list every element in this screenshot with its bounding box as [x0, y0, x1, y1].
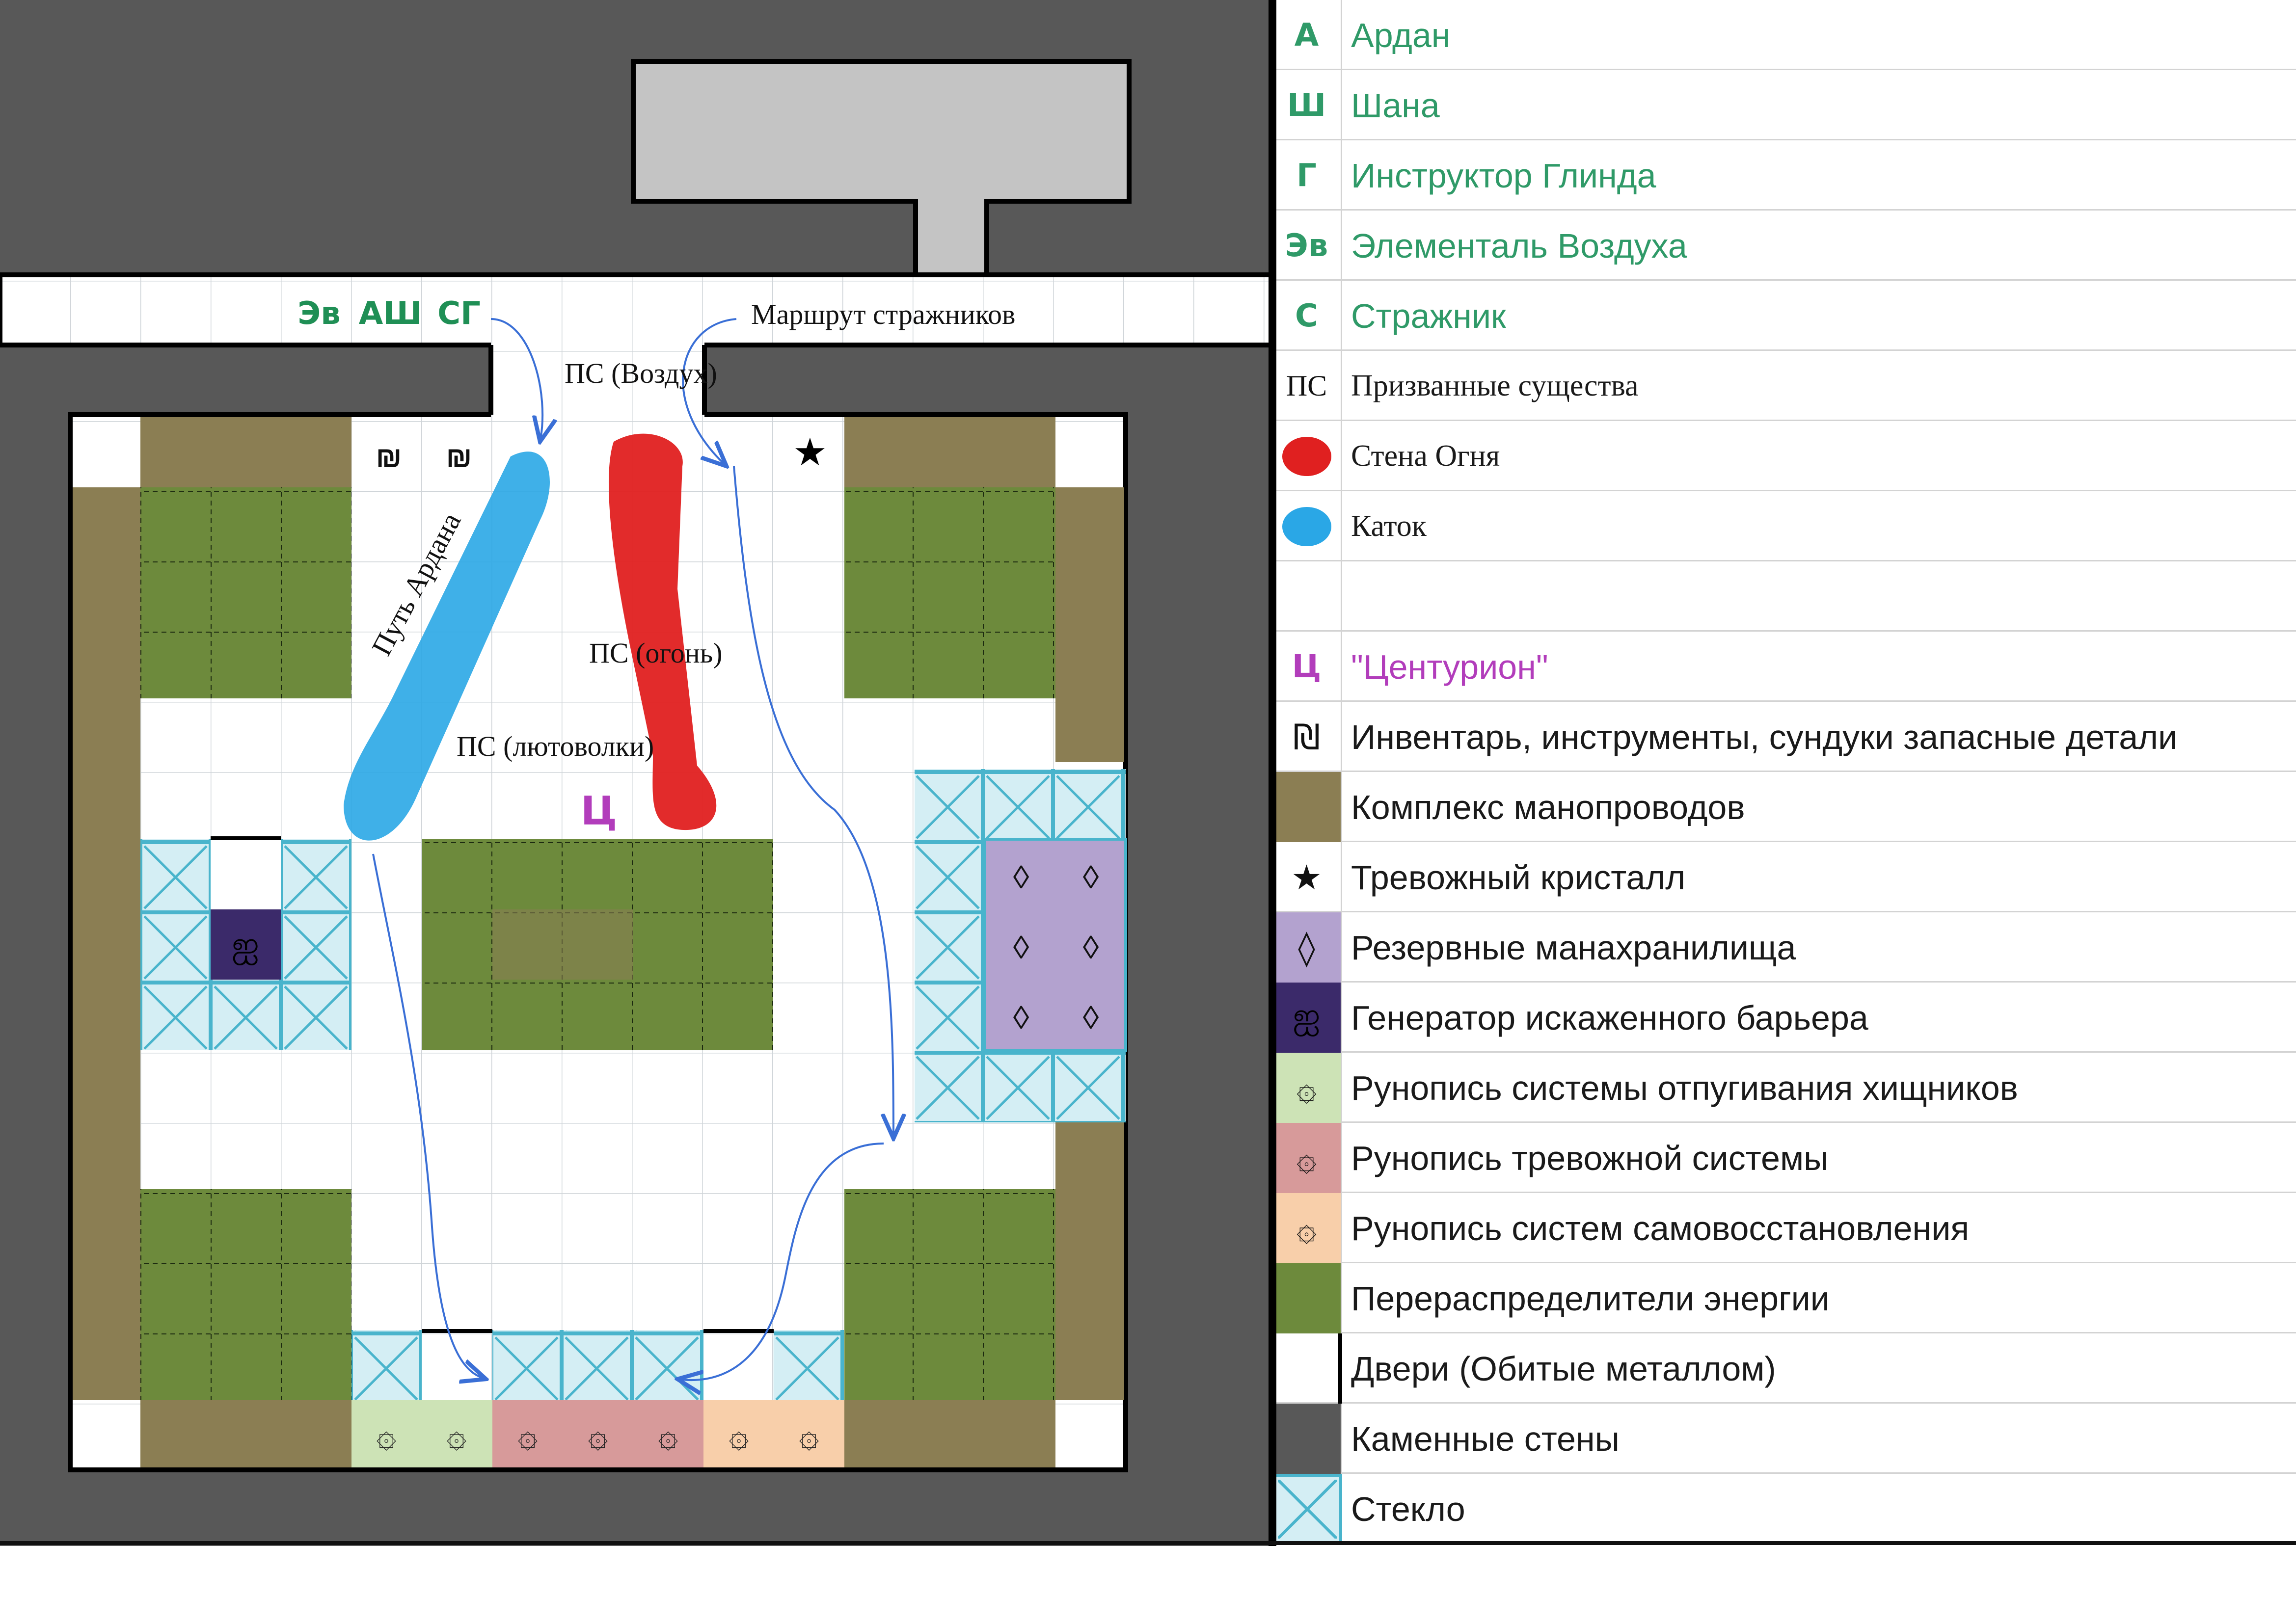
inventory-icon: ₪ [1293, 717, 1320, 757]
legend-label: Стражник [1351, 296, 1506, 335]
rune-icon: ۞ [517, 1416, 538, 1454]
legend-row-rune-repair: ۞ Рунопись систем самовосстановления [1272, 1193, 2296, 1263]
star-icon: ★ [1291, 857, 1322, 898]
legend-label: Инвентарь, инструменты, сундуки запасные… [1351, 718, 2178, 756]
legend-label: Рунопись тревожной системы [1351, 1139, 1829, 1177]
legend-label: Перераспределители энергии [1351, 1279, 1830, 1318]
diamond-icon: ◊ [1298, 927, 1315, 968]
legend-row-rune-predator: ۞ Рунопись системы отпугивания хищников [1272, 1053, 2296, 1123]
inventory-icon-2: ₪ [446, 441, 472, 474]
legend-row-centurion: Ц "Центурион" [1272, 632, 2296, 702]
code-air-elemental: Эв [1285, 227, 1328, 264]
legend-row-glinda: Г Инструктор Глинда [1272, 140, 2296, 211]
summon-wolves-label: ПС (лютоволки) [457, 730, 654, 762]
centurion-marker: Ц [581, 788, 617, 834]
legend-label: Комплекс манопроводов [1351, 788, 1745, 826]
legend-row-glass: Стекло [1272, 1474, 2296, 1544]
legend-row-ardan: А Ардан [1272, 0, 2296, 70]
diamond-icon: ◊ [1083, 999, 1099, 1036]
legend-label: Рунопись систем самовосстановления [1351, 1209, 1970, 1248]
barrier-generator-icon: ஐ [232, 924, 259, 965]
legend-label: Каток [1351, 509, 1427, 543]
legend-label: Призванные существа [1351, 369, 1639, 402]
summon-fire-label: ПС (огонь) [589, 637, 723, 669]
rune-icon: ۞ [1296, 1067, 1317, 1108]
legend-label: Стена Огня [1351, 439, 1500, 473]
legend-border [1272, 0, 1276, 1546]
legend-row-inventory: ₪ Инвентарь, инструменты, сундуки запасн… [1272, 702, 2296, 772]
diamond-icon: ◊ [1083, 859, 1099, 895]
glass-icon [1278, 1479, 1337, 1539]
floor-plan-map: ۞ ۞ ۞ ۞ ۞ ۞ ۞ ◊ ◊ ◊ ◊ ◊ ◊ ஐ ₪ ₪ ★ Эв АШ СГ Маршрут … [0, 0, 1272, 1546]
legend-row-alarm-crystal: ★ Тревожный кристалл [1272, 842, 2296, 912]
marker-ardan-shana: АШ [359, 295, 422, 332]
code-ardan: А [1294, 17, 1319, 53]
legend-label: Резервные манахранилища [1351, 928, 1796, 967]
legend-label: Тревожный кристалл [1351, 858, 1686, 897]
legend-label: "Центурион" [1351, 647, 1548, 686]
legend-label: Элементаль Воздуха [1351, 226, 1687, 265]
legend-row-guard: С Стражник [1272, 281, 2296, 351]
legend-row-pipes: Комплекс манопроводов [1272, 772, 2296, 842]
rune-icon: ۞ [376, 1416, 396, 1454]
rune-icon: ۞ [658, 1416, 678, 1454]
legend-label: Каменные стены [1351, 1419, 1620, 1458]
rune-icon: ۞ [588, 1416, 608, 1454]
rune-icon: ۞ [729, 1416, 749, 1454]
legend-label: Шана [1351, 86, 1440, 125]
code-guard: С [1295, 297, 1318, 334]
legend-row-ice-rink: Каток [1272, 491, 2296, 561]
legend-row-energy: Перераспределители энергии [1272, 1263, 2296, 1333]
legend-label: Ардан [1351, 16, 1451, 54]
legend-row-barrier: ஐ Генератор искаженного барьера [1272, 983, 2296, 1053]
rune-icon: ۞ [1296, 1208, 1317, 1249]
diamond-icon: ◊ [1013, 999, 1029, 1036]
legend-row-empty [1272, 561, 2296, 632]
bottom-border [0, 1541, 2296, 1545]
diamond-icon: ◊ [1083, 929, 1099, 965]
legend-row-shana: Ш Шана [1272, 70, 2296, 140]
barrier-icon: ஐ [1293, 995, 1321, 1036]
legend-row-stone: Каменные стены [1272, 1404, 2296, 1474]
legend-row-rune-alarm: ۞ Рунопись тревожной системы [1272, 1123, 2296, 1193]
code-glinda: Г [1297, 157, 1317, 194]
code-shana: Ш [1287, 87, 1326, 124]
legend-row-summoned: ПС Призванные существа [1272, 351, 2296, 421]
alarm-crystal-icon: ★ [793, 430, 827, 474]
legend-label: Стекло [1351, 1490, 1465, 1528]
legend-label [1351, 561, 2291, 632]
legend-row-reserve: ◊ Резервные манахранилища [1272, 912, 2296, 983]
code-centurion: Ц [1292, 648, 1322, 685]
corridor [0, 272, 1272, 347]
marker-air-elemental: Эв [297, 295, 340, 332]
legend-row-doors: Двери (Обитые металлом) [1272, 1333, 2296, 1404]
rune-icon: ۞ [446, 1416, 466, 1454]
legend-label: Инструктор Глинда [1351, 156, 1656, 195]
legend-row-fire-wall: Стена Огня [1272, 421, 2296, 491]
summon-air-label: ПС (Воздух) [565, 357, 717, 389]
fire-blob-icon [1282, 436, 1331, 476]
diamond-icon: ◊ [1013, 859, 1029, 895]
guard-route-label: Маршрут стражников [751, 298, 1015, 330]
diamond-icon: ◊ [1013, 929, 1029, 965]
legend-row-air-elemental: Эв Элементаль Воздуха [1272, 211, 2296, 281]
legend-label: Генератор искаженного барьера [1351, 998, 1868, 1037]
legend: А Ардан Ш Шана Г Инструктор Глинда Эв Эл… [1272, 0, 2296, 1546]
marker-guard-glinda: СГ [437, 295, 481, 332]
ice-blob-icon [1282, 506, 1331, 546]
legend-label: Рунопись системы отпугивания хищников [1351, 1068, 2018, 1107]
inventory-icon-1: ₪ [376, 441, 402, 474]
legend-label: Двери (Обитые металлом) [1351, 1349, 1776, 1388]
code-summoned: ПС [1286, 370, 1327, 402]
rune-icon: ۞ [1296, 1138, 1317, 1178]
rune-icon: ۞ [799, 1416, 819, 1454]
